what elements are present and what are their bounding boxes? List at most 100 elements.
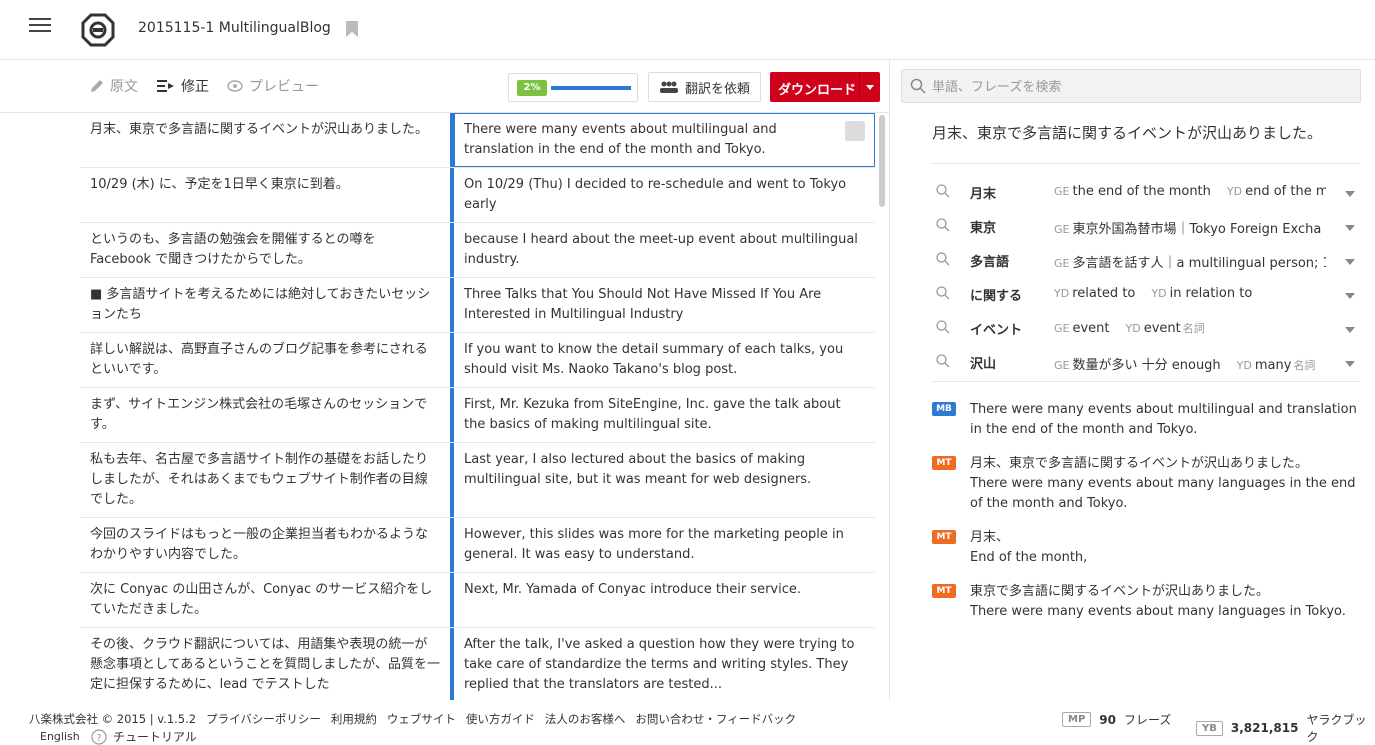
glossary-term: イベント — [970, 323, 1023, 338]
glossary-row[interactable]: イベント GE event YD event 名詞 — [932, 310, 1362, 344]
footer-links: 八楽株式会社 © 2015 | v.1.5.2 プライバシーポリシー 利用規約 ウェブ… — [29, 711, 806, 727]
app-logo-icon[interactable] — [81, 13, 115, 47]
segment-target[interactable]: Three Talks that You Should Not Have Mis… — [454, 278, 875, 332]
tutorial-link[interactable]: ? チュートリアル — [91, 728, 197, 745]
download-label: ダウンロード — [778, 83, 857, 98]
chevron-down-icon[interactable] — [1345, 191, 1355, 197]
chevron-down-icon[interactable] — [866, 85, 874, 90]
definition-meta: 名詞 — [1182, 322, 1205, 335]
suggestion-text: There were many events about multilingua… — [970, 400, 1360, 440]
glossary-row[interactable]: に関する YD related to YD in relation to — [932, 276, 1362, 310]
footer-link[interactable]: 利用規約 — [331, 712, 377, 726]
glossary-row[interactable]: 東京 GE 東京外国為替市場｜Tokyo Foreign Excha — [932, 208, 1362, 242]
progress-bar — [551, 86, 631, 90]
segment-source: まず、サイトエンジン株式会社の毛塚さんのセッションです。 — [90, 397, 428, 432]
footer-link[interactable]: ウェブサイト — [387, 712, 456, 726]
segment-list: 月末、東京で多言語に関するイベントが沢山ありました。 There were man… — [80, 113, 875, 700]
eye-icon — [227, 80, 243, 92]
search-icon[interactable] — [936, 252, 950, 266]
suggestion-item[interactable]: MT 東京で多言語に関するイベントが沢山ありました。 There were many… — [932, 582, 1360, 622]
chevron-down-icon[interactable] — [1345, 225, 1355, 231]
mp-unit: フレーズ — [1123, 713, 1172, 727]
footer-link[interactable]: 使い方ガイド — [466, 712, 535, 726]
footer-link[interactable]: 法人のお客様へ — [545, 712, 626, 726]
footer: 八楽株式会社 © 2015 | v.1.5.2 プライバシーポリシー 利用規約 ウェブ… — [0, 700, 1375, 745]
suggestion-item[interactable]: MT 月末、 End of the month, — [932, 528, 1360, 568]
suggestion-item[interactable]: MT 月末、東京で多言語に関するイベントが沢山ありました。 There were m… — [932, 454, 1360, 514]
suggestion-text: 月末、 End of the month, — [970, 528, 1360, 568]
search-icon[interactable] — [936, 320, 950, 334]
search-icon[interactable] — [936, 184, 950, 198]
search-icon — [910, 78, 926, 94]
segment-row[interactable]: ■ 多言語サイトを考えるためには絶対しておきたいセッションたち Three Tal… — [80, 278, 875, 333]
glossary-definitions: YD related to YD in relation to — [1054, 286, 1326, 301]
segment-target[interactable]: Next, Mr. Yamada of Conyac introduce the… — [454, 573, 875, 627]
segment-target[interactable]: On 10/29 (Thu) I decided to re-schedule … — [454, 168, 875, 222]
menu-icon[interactable] — [29, 18, 51, 34]
search-input[interactable] — [932, 76, 1352, 98]
yb-badge: YB — [1196, 720, 1223, 736]
chevron-down-icon[interactable] — [1345, 293, 1355, 299]
definition-text: many — [1254, 358, 1292, 373]
glossary-row[interactable]: 沢山 GE 数量が多い 十分 enough YD many 名詞 — [932, 344, 1362, 378]
segment-row[interactable]: 10/29 (木) に、予定を1日早く東京に到着。 On 10/29 (Thu) … — [80, 168, 875, 223]
suggestion-text: 東京で多言語に関するイベントが沢山ありました。 There were many e… — [970, 582, 1360, 622]
panel-divider — [889, 60, 890, 700]
segment-source: 私も去年、名古屋で多言語サイト制作の基礎をお話したりしましたが、それはあくまでも… — [90, 452, 429, 507]
glossary-row[interactable]: 月末 GEthe end of the month YDend of the mor — [932, 174, 1362, 208]
request-translation-button[interactable]: 翻訳を依頼 — [648, 72, 761, 102]
search-icon[interactable] — [936, 354, 950, 368]
segment-target[interactable]: There were many events about multilingua… — [454, 113, 875, 167]
search-icon[interactable] — [936, 286, 950, 300]
edit-view-button[interactable]: 修正 — [157, 76, 209, 96]
segment-target[interactable]: First, Mr. Kezuka from SiteEngine, Inc. … — [454, 388, 875, 442]
confirm-checkbox-icon[interactable] — [845, 121, 865, 141]
segment-row[interactable]: 今回のスライドはもっと一般の企業担当者もわかるようなわかりやすい内容でした。 Ho… — [80, 518, 875, 573]
dictionary-tag: GE — [1054, 223, 1070, 236]
segment-row[interactable]: 次に Conyac の山田さんが、Conyac のサービス紹介をしていただきまし… — [80, 573, 875, 628]
suggestion-badge: MT — [932, 530, 956, 544]
progress-indicator: 2% — [508, 73, 638, 102]
definition-text: end of the mor — [1245, 184, 1326, 199]
segment-row[interactable]: まず、サイトエンジン株式会社の毛塚さんのセッションです。 First, Mr. K… — [80, 388, 875, 443]
segment-target[interactable]: However, this slides was more for the ma… — [454, 518, 875, 572]
suggestion-item[interactable]: MB There were many events about multiling… — [932, 400, 1360, 440]
footer-link[interactable]: お問い合わせ・フィードバック — [635, 712, 796, 726]
mp-stat: MP 90 フレーズ — [1062, 711, 1171, 728]
glossary-definitions: GE 東京外国為替市場｜Tokyo Foreign Excha — [1054, 218, 1326, 237]
search-icon[interactable] — [936, 218, 950, 232]
preview-button[interactable]: プレビュー — [227, 76, 319, 96]
chevron-down-icon[interactable] — [1345, 259, 1355, 265]
definition-text: 東京外国為替市場｜Tokyo Foreign Excha — [1072, 222, 1322, 237]
segment-row[interactable]: その後、クラウド翻訳については、用語集や表現の統一が懸念事項としてあるということ… — [80, 628, 875, 700]
segment-source: 詳しい解説は、高野直子さんのブログ記事を参考にされるといいです。 — [90, 342, 428, 377]
edit-lines-icon — [157, 80, 174, 92]
dictionary-tag: YD — [1226, 185, 1243, 198]
footer-link[interactable]: プライバシーポリシー — [206, 712, 321, 726]
segment-row[interactable]: 私も去年、名古屋で多言語サイト制作の基礎をお話したりしましたが、それはあくまでも… — [80, 443, 875, 518]
segment-scrollbar[interactable] — [878, 113, 886, 700]
phrase-search[interactable] — [901, 69, 1361, 103]
source-view-button[interactable]: 原文 — [90, 76, 138, 96]
download-button[interactable]: ダウンロード — [770, 72, 880, 102]
segment-target[interactable]: If you want to know the detail summary o… — [454, 333, 875, 387]
segment-row[interactable]: 月末、東京で多言語に関するイベントが沢山ありました。 There were man… — [80, 113, 875, 168]
segment-target[interactable]: because I heard about the meet-up event … — [454, 223, 875, 277]
language-selector[interactable]: English — [40, 730, 80, 743]
glossary-row[interactable]: 多言語 GE 多言語を話す人｜a multilingual person; 1 — [932, 242, 1362, 276]
chevron-down-icon[interactable] — [1345, 361, 1355, 367]
suggestion-line: There were many events about multilingua… — [970, 402, 1357, 437]
dictionary-tag: GE — [1054, 257, 1070, 270]
segment-target[interactable]: After the talk, I've asked a question ho… — [454, 628, 875, 700]
segment-source: というのも、多言語の勉強会を開催するとの噂を Facebook で聞きつけたから… — [90, 232, 376, 267]
scrollbar-thumb[interactable] — [879, 115, 885, 207]
tutorial-label: チュートリアル — [113, 730, 197, 744]
glossary-term: 多言語 — [970, 255, 1010, 270]
definition-meta: 名詞 — [1293, 359, 1316, 372]
bookmark-icon[interactable] — [346, 21, 358, 37]
segment-row[interactable]: 詳しい解説は、高野直子さんのブログ記事を参考にされるといいです。 If you w… — [80, 333, 875, 388]
suggestion-line: End of the month, — [970, 550, 1088, 565]
segment-row[interactable]: というのも、多言語の勉強会を開催するとの噂を Facebook で聞きつけたから… — [80, 223, 875, 278]
segment-target[interactable]: Last year, I also lectured about the bas… — [454, 443, 875, 517]
chevron-down-icon[interactable] — [1345, 327, 1355, 333]
